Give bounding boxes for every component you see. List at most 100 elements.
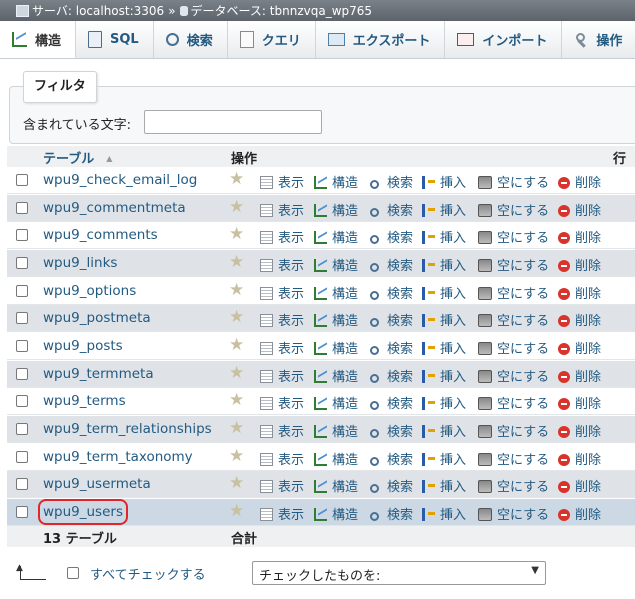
- action-structure[interactable]: 構造: [314, 338, 358, 357]
- action-drop[interactable]: 削除: [558, 283, 601, 302]
- table-row[interactable]: wpu9_comments ★ 表示 構造 検索 挿入 空にする 削除: [7, 222, 635, 250]
- tab-search[interactable]: 検索: [153, 21, 228, 58]
- favorite-star-icon[interactable]: ★: [229, 391, 244, 409]
- favorite-star-icon[interactable]: ★: [229, 281, 244, 299]
- tab-export[interactable]: エクスポート: [315, 21, 446, 58]
- action-drop[interactable]: 削除: [558, 504, 601, 523]
- favorite-star-icon[interactable]: ★: [229, 198, 244, 216]
- action-browse[interactable]: 表示: [260, 227, 304, 246]
- action-structure[interactable]: 構造: [314, 504, 358, 523]
- action-empty[interactable]: 空にする: [478, 283, 549, 302]
- favorite-star-icon[interactable]: ★: [229, 336, 244, 354]
- check-all-checkbox[interactable]: [67, 567, 79, 579]
- table-name-link[interactable]: wpu9_terms: [43, 393, 126, 409]
- row-checkbox[interactable]: [16, 450, 28, 463]
- breadcrumb-server[interactable]: サーバ: localhost:3306: [32, 2, 164, 19]
- action-search[interactable]: 検索: [370, 476, 413, 495]
- table-name-link[interactable]: wpu9_posts: [43, 338, 123, 354]
- action-structure[interactable]: 構造: [314, 449, 358, 468]
- table-row[interactable]: wpu9_termmeta ★ 表示 構造 検索 挿入 空にする 削除: [7, 360, 635, 388]
- action-structure[interactable]: 構造: [314, 421, 358, 440]
- table-row[interactable]: wpu9_postmeta ★ 表示 構造 検索 挿入 空にする 削除: [7, 305, 635, 333]
- action-browse[interactable]: 表示: [260, 366, 304, 385]
- row-checkbox[interactable]: [16, 505, 28, 518]
- action-drop[interactable]: 削除: [558, 255, 601, 274]
- row-checkbox[interactable]: [16, 201, 28, 214]
- check-all-label[interactable]: すべてチェックする: [90, 564, 206, 583]
- table-row[interactable]: wpu9_terms ★ 表示 構造 検索 挿入 空にする 削除: [7, 388, 635, 416]
- action-search[interactable]: 検索: [370, 449, 413, 468]
- action-drop[interactable]: 削除: [558, 200, 601, 219]
- column-header-table[interactable]: テーブル ▲: [43, 148, 112, 167]
- action-browse[interactable]: 表示: [260, 172, 304, 191]
- action-search[interactable]: 検索: [370, 172, 413, 191]
- tab-import[interactable]: インポート: [445, 21, 563, 58]
- action-drop[interactable]: 削除: [558, 338, 601, 357]
- action-search[interactable]: 検索: [370, 200, 413, 219]
- action-empty[interactable]: 空にする: [478, 504, 549, 523]
- action-search[interactable]: 検索: [370, 504, 413, 523]
- action-search[interactable]: 検索: [370, 283, 413, 302]
- action-insert[interactable]: 挿入: [422, 476, 466, 495]
- table-row[interactable]: wpu9_users ★ 表示 構造 検索 挿入 空にする 削除: [7, 498, 635, 526]
- action-search[interactable]: 検索: [370, 421, 413, 440]
- action-insert[interactable]: 挿入: [422, 172, 466, 191]
- action-drop[interactable]: 削除: [558, 172, 601, 191]
- action-empty[interactable]: 空にする: [478, 227, 549, 246]
- action-insert[interactable]: 挿入: [422, 283, 466, 302]
- action-browse[interactable]: 表示: [260, 393, 304, 412]
- table-name-link[interactable]: wpu9_usermeta: [43, 476, 151, 492]
- action-structure[interactable]: 構造: [314, 393, 358, 412]
- action-empty[interactable]: 空にする: [478, 393, 549, 412]
- favorite-star-icon[interactable]: ★: [229, 364, 244, 382]
- table-row[interactable]: wpu9_posts ★ 表示 構造 検索 挿入 空にする 削除: [7, 332, 635, 360]
- table-row[interactable]: wpu9_options ★ 表示 構造 検索 挿入 空にする 削除: [7, 277, 635, 305]
- table-name-link[interactable]: wpu9_commentmeta: [43, 200, 186, 216]
- action-empty[interactable]: 空にする: [478, 476, 549, 495]
- action-insert[interactable]: 挿入: [422, 393, 466, 412]
- action-empty[interactable]: 空にする: [478, 338, 549, 357]
- with-selected-select[interactable]: チェックしたものを: ▼: [252, 561, 546, 585]
- action-structure[interactable]: 構造: [314, 200, 358, 219]
- table-row[interactable]: wpu9_usermeta ★ 表示 構造 検索 挿入 空にする 削除: [7, 471, 635, 499]
- table-name-link[interactable]: wpu9_postmeta: [43, 310, 151, 326]
- action-browse[interactable]: 表示: [260, 255, 304, 274]
- action-drop[interactable]: 削除: [558, 310, 601, 329]
- table-name-link[interactable]: wpu9_users: [38, 498, 128, 525]
- action-insert[interactable]: 挿入: [422, 227, 466, 246]
- action-drop[interactable]: 削除: [558, 476, 601, 495]
- row-checkbox[interactable]: [16, 312, 28, 325]
- action-insert[interactable]: 挿入: [422, 449, 466, 468]
- action-insert[interactable]: 挿入: [422, 366, 466, 385]
- action-insert[interactable]: 挿入: [422, 200, 466, 219]
- tab-query[interactable]: クエリ: [227, 21, 316, 58]
- action-structure[interactable]: 構造: [314, 476, 358, 495]
- action-search[interactable]: 検索: [370, 393, 413, 412]
- favorite-star-icon[interactable]: ★: [229, 253, 244, 271]
- row-checkbox[interactable]: [16, 284, 28, 297]
- favorite-star-icon[interactable]: ★: [229, 447, 244, 465]
- action-structure[interactable]: 構造: [314, 310, 358, 329]
- row-checkbox[interactable]: [16, 395, 28, 408]
- favorite-star-icon[interactable]: ★: [229, 474, 244, 492]
- action-search[interactable]: 検索: [370, 255, 413, 274]
- table-name-link[interactable]: wpu9_term_relationships: [43, 421, 212, 437]
- breadcrumb-database[interactable]: データベース: tbnnzvqa_wp765: [191, 2, 373, 19]
- action-browse[interactable]: 表示: [260, 310, 304, 329]
- action-insert[interactable]: 挿入: [422, 255, 466, 274]
- action-empty[interactable]: 空にする: [478, 200, 549, 219]
- action-structure[interactable]: 構造: [314, 283, 358, 302]
- action-empty[interactable]: 空にする: [478, 310, 549, 329]
- favorite-star-icon[interactable]: ★: [229, 308, 244, 326]
- action-search[interactable]: 検索: [370, 366, 413, 385]
- table-row[interactable]: wpu9_term_taxonomy ★ 表示 構造 検索 挿入 空にする 削除: [7, 443, 635, 471]
- action-drop[interactable]: 削除: [558, 366, 601, 385]
- row-checkbox[interactable]: [16, 256, 28, 269]
- action-structure[interactable]: 構造: [314, 227, 358, 246]
- action-structure[interactable]: 構造: [314, 366, 358, 385]
- row-checkbox[interactable]: [16, 174, 28, 186]
- action-browse[interactable]: 表示: [260, 200, 304, 219]
- action-search[interactable]: 検索: [370, 227, 413, 246]
- table-name-link[interactable]: wpu9_check_email_log: [43, 172, 197, 188]
- action-empty[interactable]: 空にする: [478, 366, 549, 385]
